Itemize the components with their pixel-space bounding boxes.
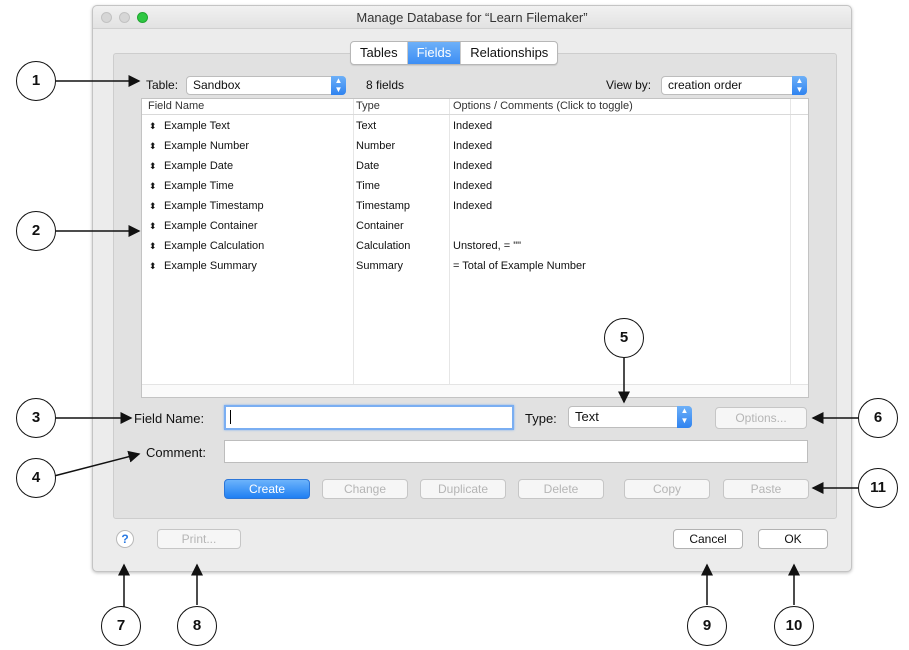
field-name-label: Field Name: (134, 411, 205, 426)
header-field-name[interactable]: Field Name (148, 100, 204, 112)
options-button[interactable]: Options... (715, 407, 807, 429)
print-button[interactable]: Print... (157, 529, 241, 549)
drag-handle-icon[interactable]: ⬍ (149, 181, 157, 192)
table-row[interactable]: ⬍ Example Calculation Calculation Unstor… (142, 237, 808, 257)
comment-label: Comment: (146, 445, 206, 460)
field-count: 8 fields (366, 78, 405, 92)
table-label: Table: (146, 78, 179, 92)
header-options[interactable]: Options / Comments (Click to toggle) (453, 100, 633, 112)
tab-tables[interactable]: Tables (351, 42, 408, 64)
callout-4: 4 (16, 458, 56, 498)
view-by-select[interactable]: creation order ▲ ▼ (661, 76, 807, 95)
field-name-cell: Example Calculation (164, 240, 265, 252)
field-options-cell: = Total of Example Number (453, 260, 586, 272)
help-icon[interactable]: ? (116, 530, 134, 548)
callout-8: 8 (177, 606, 217, 646)
field-options-cell: Indexed (453, 160, 493, 172)
table-row[interactable]: ⬍ Example Number Number Indexed (142, 137, 808, 157)
field-name-cell: Example Summary (164, 260, 257, 272)
chevron-updown-icon: ▲ ▼ (331, 76, 346, 95)
field-type-select[interactable]: Text ▲ ▼ (568, 406, 692, 428)
field-type-cell: Number (356, 140, 396, 152)
tab-bar: Tables Fields Relationships (350, 41, 559, 65)
callout-3: 3 (16, 398, 56, 438)
text-caret (230, 410, 231, 424)
callout-9: 9 (687, 606, 727, 646)
drag-handle-icon[interactable]: ⬍ (149, 241, 157, 252)
table-row[interactable]: ⬍ Example Container Container (142, 217, 808, 237)
field-type-cell: Time (356, 180, 381, 192)
field-type-cell: Text (356, 120, 377, 132)
copy-button[interactable]: Copy (624, 479, 710, 499)
field-name-cell: Example Date (164, 160, 234, 172)
type-label: Type: (525, 411, 557, 426)
field-type-cell: Calculation (356, 240, 411, 252)
horizontal-scrollbar[interactable] (142, 384, 808, 397)
field-name-cell: Example Timestamp (164, 200, 264, 212)
field-options-cell: Indexed (453, 200, 493, 212)
tab-fields[interactable]: Fields (407, 42, 462, 64)
drag-handle-icon[interactable]: ⬍ (149, 121, 157, 132)
paste-button[interactable]: Paste (723, 479, 809, 499)
field-type-cell: Container (356, 220, 404, 232)
field-type-cell: Summary (356, 260, 404, 272)
callout-6: 6 (858, 398, 898, 438)
field-list[interactable]: Field Name Type Options / Comments (Clic… (141, 98, 809, 398)
table-select-value: Sandbox (193, 78, 241, 92)
callout-1: 1 (16, 61, 56, 101)
field-type-value: Text (575, 409, 599, 424)
delete-button[interactable]: Delete (518, 479, 604, 499)
drag-handle-icon[interactable]: ⬍ (149, 221, 157, 232)
title-bar: Manage Database for “Learn Filemaker” (93, 6, 851, 29)
field-options-cell: Unstored, = "" (453, 240, 522, 252)
change-button[interactable]: Change (322, 479, 408, 499)
tab-relationships[interactable]: Relationships (461, 42, 557, 64)
create-button[interactable]: Create (224, 479, 310, 499)
view-by-label: View by: (606, 78, 652, 92)
field-name-cell: Example Number (164, 140, 249, 152)
drag-handle-icon[interactable]: ⬍ (149, 141, 157, 152)
drag-handle-icon[interactable]: ⬍ (149, 261, 157, 272)
chevron-updown-icon: ▲ ▼ (792, 76, 807, 95)
field-name-cell: Example Text (164, 120, 230, 132)
comment-input[interactable] (224, 440, 808, 463)
table-row[interactable]: ⬍ Example Timestamp Timestamp Indexed (142, 197, 808, 217)
table-select[interactable]: Sandbox ▲ ▼ (186, 76, 346, 95)
table-row[interactable]: ⬍ Example Summary Summary = Total of Exa… (142, 257, 808, 277)
view-by-value: creation order (668, 78, 743, 92)
field-type-cell: Date (356, 160, 380, 172)
table-row[interactable]: ⬍ Example Time Time Indexed (142, 177, 808, 197)
field-name-cell: Example Time (164, 180, 234, 192)
field-name-input[interactable] (224, 405, 514, 430)
callout-7: 7 (101, 606, 141, 646)
ok-button[interactable]: OK (758, 529, 828, 549)
field-type-cell: Timestamp (356, 200, 410, 212)
table-row[interactable]: ⬍ Example Text Text Indexed (142, 117, 808, 137)
field-options-cell: Indexed (453, 140, 493, 152)
field-list-header: Field Name Type Options / Comments (Clic… (142, 99, 808, 115)
header-type[interactable]: Type (356, 100, 380, 112)
window-title: Manage Database for “Learn Filemaker” (356, 10, 588, 25)
field-options-cell: Indexed (453, 120, 493, 132)
callout-5: 5 (604, 318, 644, 358)
chevron-updown-icon: ▲ ▼ (677, 406, 692, 428)
cancel-button[interactable]: Cancel (673, 529, 743, 549)
field-name-cell: Example Container (164, 220, 258, 232)
drag-handle-icon[interactable]: ⬍ (149, 201, 157, 212)
table-row[interactable]: ⬍ Example Date Date Indexed (142, 157, 808, 177)
callout-2: 2 (16, 211, 56, 251)
drag-handle-icon[interactable]: ⬍ (149, 161, 157, 172)
field-options-cell: Indexed (453, 180, 493, 192)
duplicate-button[interactable]: Duplicate (420, 479, 506, 499)
callout-11: 11 (858, 468, 898, 508)
callout-10: 10 (774, 606, 814, 646)
